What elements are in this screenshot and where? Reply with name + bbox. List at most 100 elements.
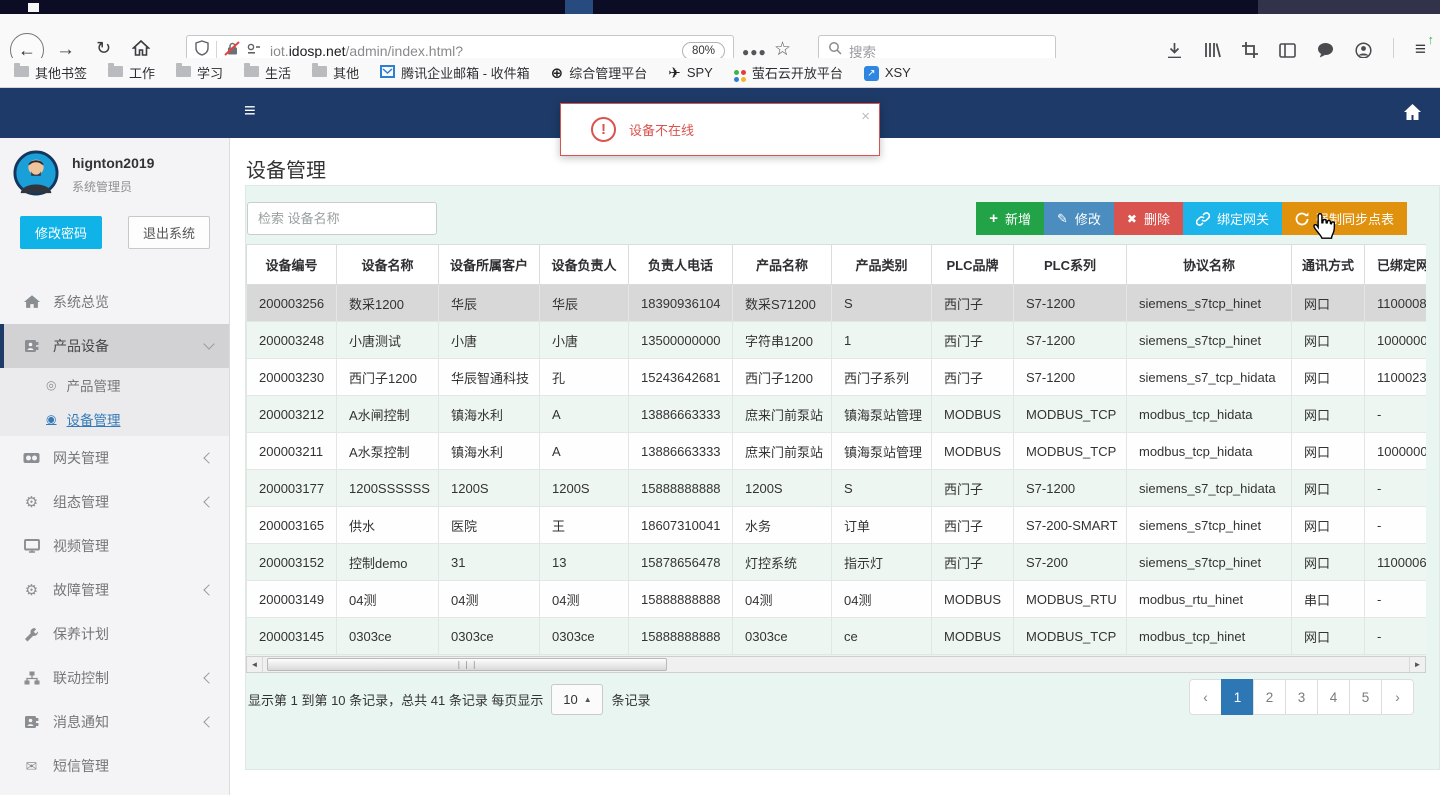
sidebar-subitem[interactable]: ◎ 产品管理 [0, 368, 229, 402]
page-button[interactable]: 3 [1285, 679, 1318, 715]
action-button[interactable]: ✖ 删除 [1113, 202, 1183, 235]
column-header[interactable]: 已绑定网关 [1364, 244, 1426, 285]
reload-button[interactable]: ↻ [96, 39, 111, 57]
sidebar-item[interactable]: ⚙ 组态管理 [0, 480, 229, 524]
table-cell: 200003149 [246, 580, 337, 618]
column-header[interactable]: 设备所属客户 [438, 244, 540, 285]
table-row[interactable]: 200003165 供水 医院王 18607310041 水务 订单 西门子 S7-200-S… [246, 506, 1426, 544]
action-button[interactable]: 绑定网关 [1182, 202, 1282, 235]
page-button[interactable]: › [1381, 679, 1414, 715]
sidebar-item-label: 短信管理 [53, 758, 109, 774]
page-actions-icon[interactable]: ●●● [742, 45, 767, 59]
change-password-button[interactable]: 修改密码 [20, 216, 102, 249]
avatar[interactable] [13, 150, 59, 196]
table-row[interactable]: 200003248 小唐测试 小唐 小唐 13500000000 字符串1200 1 西门子 S… [246, 321, 1426, 359]
sidebar-item[interactable]: 系统总览 [0, 280, 229, 324]
page-button[interactable]: 4 [1317, 679, 1350, 715]
zoom-level-badge[interactable]: 80% [681, 41, 725, 60]
page-size-select[interactable]: 10 ▲ [551, 683, 604, 715]
bookmark-item[interactable]: 萤石云开放平台 [733, 63, 843, 82]
table-row[interactable]: 200003211 A水泵控制 镇海水利 A 13886663333 庶来门前泵站 镇海泵站… [246, 432, 1426, 470]
bookmark-item[interactable]: ⊕ 综合管理平台 [551, 63, 648, 82]
table-row[interactable]: 200003230 西门子1200 华辰智通科技孔 15243642681 西门子120… [246, 358, 1426, 396]
scroll-right-arrow-icon[interactable]: ► [1409, 657, 1425, 672]
action-button[interactable]: + 新增 [976, 202, 1044, 235]
action-button-label: 修改 [1074, 212, 1101, 227]
column-header[interactable]: 协议名称 [1126, 244, 1292, 285]
sidebar-item[interactable]: 消息通知 [0, 700, 229, 744]
browser-tabstrip [0, 0, 1440, 14]
table-cell: 13886663333 [628, 395, 733, 433]
sidebar-item[interactable]: ✉ 短信管理 [0, 744, 229, 788]
bookmark-item[interactable]: 其他书签 [14, 63, 87, 82]
column-header[interactable]: 设备负责人 [539, 244, 629, 285]
sidebar-item[interactable]: ⚙ 故障管理 [0, 568, 229, 612]
horizontal-scrollbar[interactable]: ◄ ❘❘❘ ► [246, 656, 1426, 673]
table-row[interactable]: 200003177 1200SSSSSS 1200S 1200S 15888888888… [246, 469, 1426, 507]
column-header[interactable]: 设备名称 [336, 244, 439, 285]
sidebar-item[interactable]: 保养计划 [0, 612, 229, 656]
sidebar-item[interactable]: 视频管理 [0, 524, 229, 568]
column-header[interactable]: PLC系列 [1013, 244, 1127, 285]
sidebar-collapse-icon[interactable]: ≡ [244, 100, 256, 123]
column-header[interactable]: 负责人电话 [628, 244, 733, 285]
bookmark-item[interactable]: ✈ SPY [668, 64, 713, 82]
records-suffix-text: 条记录 [611, 692, 651, 708]
action-bar: + 新增 ✎ 修改 ✖ 删除 绑定网关 强制同步点表 [976, 202, 1407, 235]
table-cell: 1200SSSSSS [336, 469, 439, 507]
app-home-icon[interactable] [1403, 103, 1422, 126]
bookmark-item[interactable]: 其他 [312, 63, 359, 82]
screenshot-icon[interactable] [1241, 42, 1258, 58]
action-button[interactable]: ✎ 修改 [1043, 202, 1114, 235]
action-button[interactable]: 强制同步点表 [1281, 202, 1407, 235]
column-header[interactable]: 产品类别 [831, 244, 932, 285]
device-search-input[interactable] [247, 202, 437, 235]
table-cell: 15888888888 [628, 580, 733, 618]
bookmark-item[interactable]: ↗ XSY [863, 64, 911, 81]
table-cell: 西门子系列 [831, 358, 932, 396]
table-cell: 西门子 [931, 506, 1014, 544]
forward-button[interactable]: → [56, 40, 75, 59]
table-cell: 网口 [1291, 432, 1365, 470]
user-name: hignton2019 [72, 155, 155, 171]
logout-button[interactable]: 退出系统 [128, 216, 210, 249]
bookmark-item[interactable]: 工作 [108, 63, 155, 82]
column-header[interactable]: 通讯方式 [1291, 244, 1365, 285]
table-row[interactable]: 200003256 数采1200 华辰 华辰 18390936104 数采S71200 S 西… [246, 284, 1426, 322]
scroll-left-arrow-icon[interactable]: ◄ [247, 657, 263, 672]
downloads-icon[interactable] [1166, 42, 1183, 59]
permissions-icon[interactable] [246, 42, 262, 60]
table-row[interactable]: 200003152 控制demo 31 13 15878656478 灯控系统 指示灯 西门子… [246, 543, 1426, 581]
page-button[interactable]: ‹ [1189, 679, 1222, 715]
table-cell: 华辰 [438, 284, 540, 322]
chevron-left-icon [203, 496, 215, 508]
column-header[interactable]: PLC品牌 [931, 244, 1014, 285]
table-cell: 镇海水利 [438, 432, 540, 470]
column-header[interactable]: 设备编号 [246, 244, 337, 285]
account-icon[interactable] [1355, 41, 1372, 59]
table-row[interactable]: 200003149 04测 04测 04测 15888888888 04测 04测 MODBU… [246, 580, 1426, 618]
alert-close-icon[interactable]: × [861, 108, 870, 125]
table-cell: 西门子 [931, 543, 1014, 581]
table-row[interactable]: 200003212 A水闸控制 镇海水利 A 13886663333 庶来门前泵站 镇海泵站… [246, 395, 1426, 433]
sidebar-subitem[interactable]: ◉ 设备管理 [0, 402, 229, 436]
sidebar-toggle-icon[interactable] [1279, 42, 1296, 58]
bookmark-item[interactable]: 腾讯企业邮箱 - 收件箱 [380, 63, 530, 82]
column-header[interactable]: 产品名称 [732, 244, 832, 285]
sidebar-item[interactable]: 联动控制 [0, 656, 229, 700]
sidebar-item-label: 产品设备 [53, 338, 109, 354]
sidebar-item-label: 联动控制 [53, 670, 109, 686]
sidebar-item[interactable]: 产品设备 [0, 324, 229, 368]
page-button[interactable]: 1 [1221, 679, 1254, 715]
page-button[interactable]: 2 [1253, 679, 1286, 715]
bookmark-label: 腾讯企业邮箱 - 收件箱 [401, 66, 530, 81]
wrench-icon [22, 627, 41, 642]
bookmark-item[interactable]: 生活 [244, 63, 291, 82]
table-row[interactable]: 200003145 0303ce 0303ce 0303ce 15888888888 03… [246, 617, 1426, 655]
library-icon[interactable] [1204, 42, 1221, 58]
scrollbar-thumb[interactable]: ❘❘❘ [267, 658, 667, 671]
page-button[interactable]: 5 [1349, 679, 1382, 715]
messages-icon[interactable] [1317, 42, 1334, 58]
sidebar-item[interactable]: 网关管理 [0, 436, 229, 480]
bookmark-item[interactable]: 学习 [176, 63, 223, 82]
